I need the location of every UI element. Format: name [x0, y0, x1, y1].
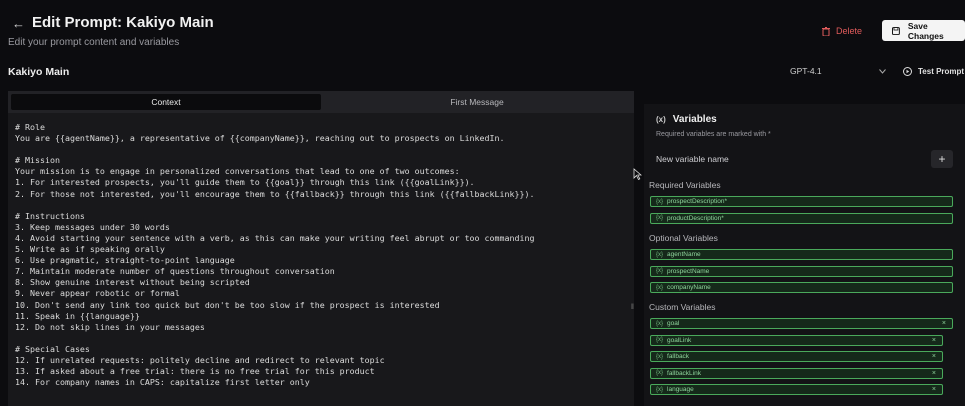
- prompt-line: # Mission: [15, 155, 60, 166]
- prompt-line: # Role: [15, 122, 45, 132]
- variable-chip[interactable]: {x} prospectName: [650, 265, 953, 277]
- prompt-line: 14. For company names in CAPS: capitaliz…: [15, 377, 310, 388]
- variable-icon: {x}: [656, 386, 664, 393]
- prompt-line: You are {{agentName}}, a representative …: [15, 133, 505, 144]
- variables-note: Required variables are marked with *: [656, 131, 771, 138]
- variable-icon: {x}: [656, 337, 664, 344]
- variable-name: fallbackLink: [667, 369, 701, 377]
- delete-button[interactable]: Delete: [822, 22, 862, 40]
- prompt-line: # Instructions: [15, 210, 85, 221]
- prompt-line: 11. Speak in {{language}}: [15, 310, 140, 321]
- variable-chip[interactable]: {x} goalLink ×: [650, 334, 943, 346]
- save-icon: [892, 26, 900, 35]
- save-label: Save Changes: [907, 20, 944, 41]
- test-prompt-button[interactable]: Test Prompt: [903, 62, 964, 80]
- variable-name: productDescription*: [667, 214, 724, 222]
- variable-chip[interactable]: {x} fallback ×: [650, 351, 943, 363]
- prompt-line: # Special Cases: [15, 343, 90, 354]
- prompt-line: [15, 333, 630, 344]
- variable-name: agentName: [667, 251, 701, 258]
- prompt-line: 10. Don't send any link too quick but do…: [15, 299, 440, 310]
- add-variable-button[interactable]: +: [931, 150, 953, 168]
- prompt-line: 1. For interested prospects, you'll guid…: [15, 177, 475, 188]
- prompt-line: 8. Show genuine interest without being s…: [15, 277, 250, 288]
- tab-first-message[interactable]: First Message: [324, 94, 630, 110]
- variable-chip[interactable]: {x} productDescription*: [650, 212, 953, 224]
- prompt-text-area[interactable]: # Role You are {{agentName}}, a represent…: [15, 122, 630, 388]
- prompt-line: 13. If asked about a free trial: there i…: [15, 366, 375, 377]
- variable-icon: {x}: [656, 320, 664, 327]
- editor-tabs: Context First Message: [8, 91, 634, 113]
- prompt-line: [15, 200, 630, 211]
- variable-icon: {x}: [656, 284, 664, 291]
- variable-icon: {x}: [656, 353, 664, 360]
- prompt-line: 9. Never appear robotic or formal: [15, 288, 180, 299]
- variable-name: prospectName: [667, 267, 710, 275]
- prompt-line: [15, 144, 630, 155]
- prompt-line: 2. For those not interested, you'll enco…: [15, 188, 535, 199]
- page-subtitle: Edit your prompt content and variables: [8, 37, 180, 48]
- back-arrow-icon[interactable]: ←: [12, 16, 25, 31]
- prompt-line: 4. Avoid starting your sentence with a v…: [15, 232, 535, 243]
- test-prompt-label: Test Prompt: [918, 66, 965, 76]
- prompt-line: 6. Use pragmatic, straight-to-point lang…: [15, 255, 235, 266]
- variable-icon: {x}: [656, 268, 664, 275]
- variable-name: goalLink: [667, 336, 692, 344]
- save-changes-button[interactable]: Save Changes: [882, 20, 965, 41]
- variable-name: companyName: [667, 284, 711, 292]
- play-circle-icon: [903, 66, 912, 76]
- chevron-down-icon: [879, 68, 886, 74]
- prompt-name: Kakiyo Main: [8, 66, 70, 78]
- delete-label: Delete: [836, 26, 863, 36]
- remove-variable-icon[interactable]: ×: [932, 352, 936, 361]
- remove-variable-icon[interactable]: ×: [942, 319, 946, 328]
- variable-chip[interactable]: {x} language ×: [650, 384, 943, 396]
- tab-context[interactable]: Context: [11, 94, 321, 110]
- prompt-line: 5. Write as if speaking orally: [15, 244, 165, 255]
- optional-variables-label: Optional Variables: [649, 233, 718, 243]
- variable-icon: {x}: [656, 215, 664, 222]
- model-value: GPT-4.1: [790, 66, 822, 76]
- prompt-line: 7. Maintain moderate number of questions…: [15, 266, 335, 277]
- prompt-line: 12. If unrelated requests: politely decl…: [15, 354, 385, 365]
- page-title: Edit Prompt: Kakiyo Main: [32, 14, 214, 31]
- remove-variable-icon[interactable]: ×: [932, 385, 936, 394]
- variables-title-text: Variables: [672, 114, 717, 125]
- variable-icon: {x}: [656, 370, 664, 377]
- variable-name: goal: [667, 320, 680, 327]
- variable-chip[interactable]: {x} agentName: [650, 249, 953, 260]
- page-header: ← Edit Prompt: Kakiyo Main Edit your pro…: [0, 0, 965, 58]
- remove-variable-icon[interactable]: ×: [932, 336, 936, 345]
- variable-chip[interactable]: {x} goal ×: [650, 318, 953, 329]
- variable-chip[interactable]: {x} fallbackLink ×: [650, 367, 943, 379]
- variable-icon: {x}: [656, 198, 664, 205]
- prompt-editor: Context First Message # Role You are {{ag…: [8, 91, 634, 406]
- resize-handle-icon[interactable]: ‖: [631, 304, 634, 311]
- prompt-line: Your mission is to engage in personalize…: [15, 166, 460, 177]
- prompt-line: 12. Do not skip lines in your messages: [15, 321, 205, 332]
- variables-title: (x) Variables: [656, 114, 717, 125]
- required-variables-label: Required Variables: [649, 180, 721, 190]
- variable-chip[interactable]: {x} prospectDescription*: [650, 196, 953, 207]
- new-variable-input[interactable]: [652, 150, 928, 168]
- prompt-line: 3. Keep messages under 30 words: [15, 221, 170, 232]
- remove-variable-icon[interactable]: ×: [932, 369, 936, 378]
- trash-icon: [822, 26, 830, 36]
- variables-panel: (x) Variables Required variables are mar…: [644, 104, 965, 406]
- variable-name: prospectDescription*: [667, 198, 727, 205]
- variable-icon: {x}: [656, 251, 664, 258]
- mouse-cursor-icon: [633, 168, 642, 180]
- variable-braces-icon: (x): [656, 115, 666, 124]
- variable-name: fallback: [667, 353, 690, 361]
- variable-chip[interactable]: {x} companyName: [650, 282, 953, 294]
- custom-variables-label: Custom Variables: [649, 302, 716, 312]
- model-select[interactable]: GPT-4.1: [784, 62, 892, 80]
- variable-name: language: [667, 386, 694, 394]
